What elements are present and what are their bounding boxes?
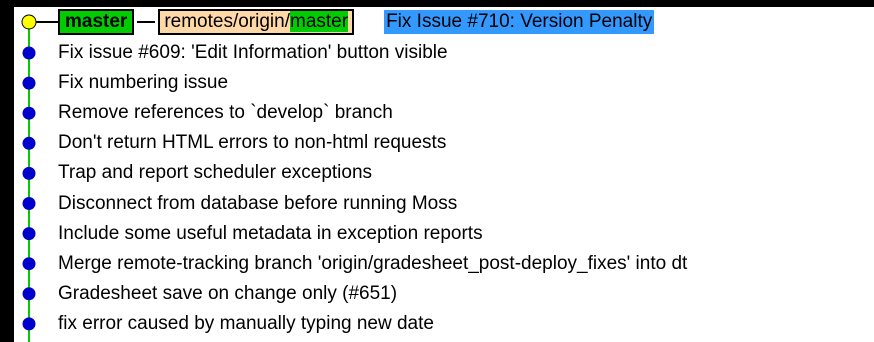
commit-row[interactable]: Fix numbering issue bbox=[58, 71, 228, 95]
commit-row[interactable]: Disconnect from database before running … bbox=[58, 192, 457, 216]
commit-node[interactable] bbox=[22, 76, 36, 90]
commit-message: Include some useful metadata in exceptio… bbox=[58, 222, 483, 244]
commit-node[interactable] bbox=[22, 136, 36, 150]
head-commit-message: Fix Issue #710: Version Penalty bbox=[384, 10, 655, 34]
commit-row[interactable]: fix error caused by manually typing new … bbox=[58, 312, 434, 336]
commit-node[interactable] bbox=[22, 197, 36, 210]
commit-message: Gradesheet save on change only (#651) bbox=[58, 282, 398, 304]
commit-message: Disconnect from database before running … bbox=[58, 192, 458, 214]
commit-node[interactable] bbox=[22, 317, 36, 331]
commit-history-panel: master remotes/origin/master Fix Issue #… bbox=[0, 0, 874, 342]
commit-node[interactable] bbox=[22, 257, 36, 271]
commit-row[interactable]: Fix issue #609: 'Edit Information' butto… bbox=[58, 41, 448, 65]
commit-node[interactable] bbox=[22, 46, 36, 60]
remote-branch-name: master bbox=[290, 11, 349, 32]
commit-message: Merge remote-tracking branch 'origin/gra… bbox=[58, 252, 688, 274]
commit-message: Fix issue #609: 'Edit Information' butto… bbox=[58, 42, 448, 63]
commit-row[interactable]: Trap and report scheduler exceptions bbox=[58, 161, 372, 185]
commit-node[interactable] bbox=[22, 106, 36, 120]
commit-row[interactable]: Merge remote-tracking branch 'origin/gra… bbox=[58, 252, 687, 276]
local-branch-label[interactable]: master bbox=[58, 9, 135, 35]
commit-row[interactable]: Don't return HTML errors to non-html req… bbox=[58, 131, 446, 155]
head-commit-node[interactable] bbox=[21, 14, 37, 30]
commit-node[interactable] bbox=[22, 166, 36, 180]
head-commit-row[interactable]: master remotes/origin/master Fix Issue #… bbox=[58, 9, 655, 35]
remote-branch-prefix: remotes/origin/ bbox=[164, 11, 290, 32]
commit-message: fix error caused by manually typing new … bbox=[58, 312, 434, 334]
commit-message: Trap and report scheduler exceptions bbox=[58, 162, 373, 184]
commit-row[interactable]: Remove references to `develop` branch bbox=[58, 101, 393, 125]
commit-row[interactable]: Gradesheet save on change only (#651) bbox=[58, 282, 397, 306]
commit-message: Remove references to `develop` branch bbox=[58, 102, 393, 124]
commit-node[interactable] bbox=[22, 227, 36, 241]
commit-row[interactable]: Include some useful metadata in exceptio… bbox=[58, 222, 483, 246]
commit-message: Fix numbering issue bbox=[58, 72, 229, 94]
commit-graph bbox=[21, 14, 58, 342]
remote-branch-label[interactable]: remotes/origin/master bbox=[158, 9, 355, 35]
commit-message: Don't return HTML errors to non-html req… bbox=[58, 132, 447, 154]
commit-node[interactable] bbox=[22, 287, 36, 301]
branch-label-connector bbox=[137, 21, 156, 23]
